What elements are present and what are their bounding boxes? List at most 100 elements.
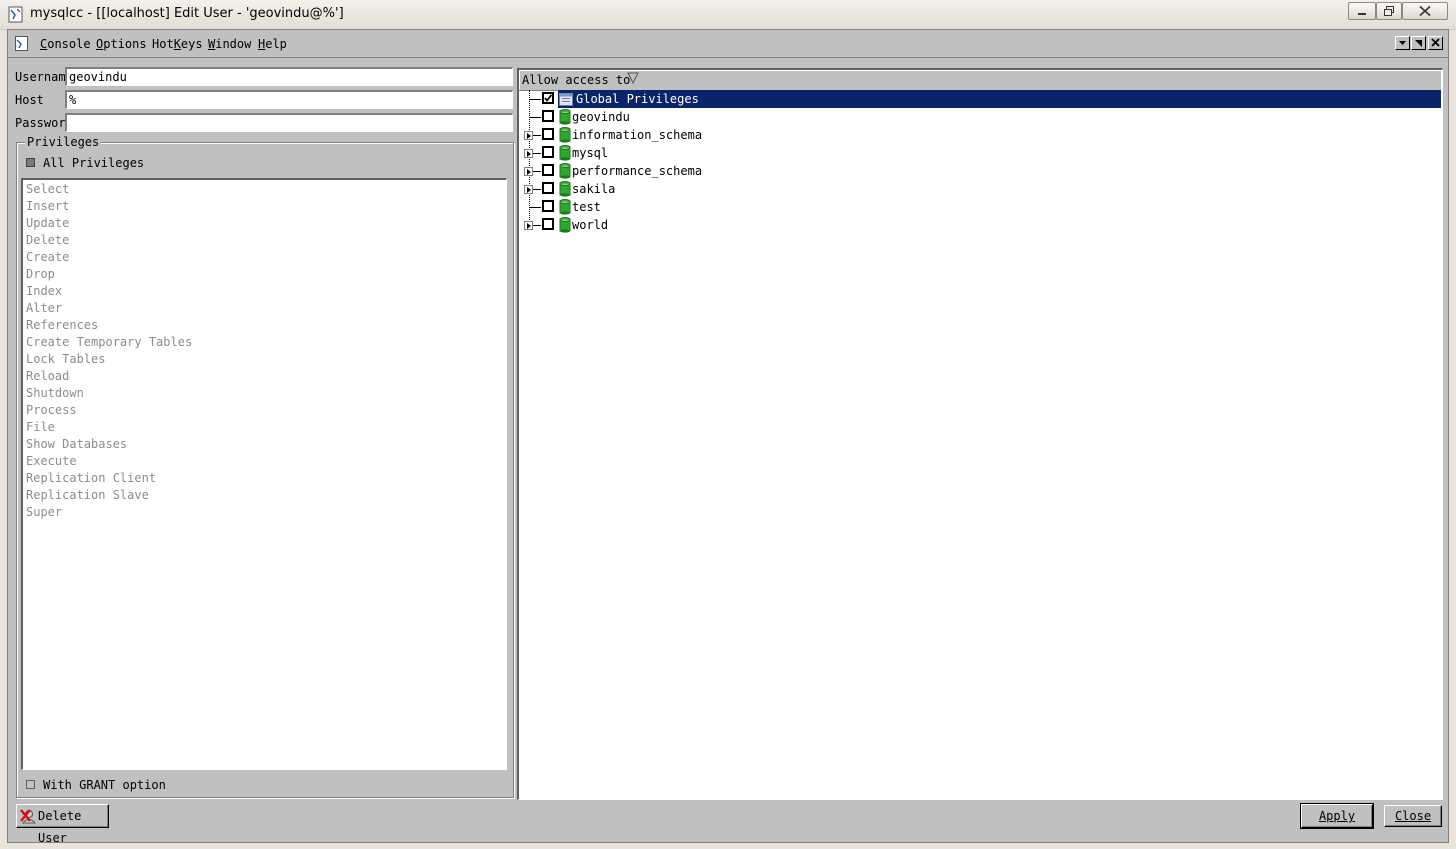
tree-node-mysql[interactable]: mysql: [519, 144, 1441, 162]
child-restore-button[interactable]: [1411, 36, 1426, 50]
test-checkbox[interactable]: [542, 200, 554, 212]
privilege-update[interactable]: Update: [26, 216, 69, 230]
sakila-checkbox[interactable]: [542, 182, 554, 194]
tree-node-label: test: [572, 200, 601, 214]
tree-node-sakila[interactable]: sakila: [519, 180, 1441, 198]
mysql-checkbox[interactable]: [542, 146, 554, 158]
menu-hotkeys-rest: eys: [180, 37, 203, 51]
tree-node-world[interactable]: world: [519, 216, 1441, 234]
menu-options-rest: ptions: [103, 37, 147, 51]
tree-node-geovindu[interactable]: geovindu: [519, 108, 1441, 126]
close-button[interactable]: Close: [1384, 805, 1442, 827]
all-privileges-label: All Privileges: [43, 156, 145, 170]
privileges-list[interactable]: Select Insert Update Delete Create Drop …: [21, 178, 507, 770]
menu-help[interactable]: Help: [258, 37, 287, 51]
tree-node-test[interactable]: test: [519, 198, 1441, 216]
close-label: Close: [1394, 809, 1432, 823]
menu-help-rest: elp: [265, 37, 287, 51]
menu-hotkeys-pre: Hot: [152, 37, 174, 51]
privilege-reload[interactable]: Reload: [26, 369, 69, 383]
expand-icon[interactable]: [524, 185, 533, 194]
child-restore-icon: [1415, 40, 1422, 47]
menu-console[interactable]: Console: [40, 37, 91, 51]
world-checkbox[interactable]: [542, 218, 554, 230]
username-input[interactable]: [65, 67, 513, 86]
mdi-frame: Console Options HotKeys Window Help User…: [7, 29, 1449, 845]
tree-node-label: mysql: [572, 146, 609, 160]
child-close-button[interactable]: [1428, 36, 1443, 50]
database-icon: [559, 127, 571, 143]
tree-node-information-schema[interactable]: information_schema: [519, 126, 1441, 144]
privilege-lock-tables[interactable]: Lock Tables: [26, 352, 105, 366]
menu-options[interactable]: Options: [96, 37, 147, 51]
privilege-index[interactable]: Index: [26, 284, 62, 298]
tree-node-label: Global Privileges: [576, 92, 699, 106]
delete-user-icon: [20, 809, 36, 824]
privilege-references[interactable]: References: [26, 318, 98, 332]
privilege-super[interactable]: Super: [26, 505, 62, 519]
privilege-shutdown[interactable]: Shutdown: [26, 386, 84, 400]
privilege-select[interactable]: Select: [26, 182, 69, 196]
close-window-button[interactable]: [1402, 2, 1448, 20]
privileges-group-label: Privileges: [25, 135, 102, 149]
expand-icon[interactable]: [524, 167, 533, 176]
privilege-execute[interactable]: Execute: [26, 454, 77, 468]
apply-label: Apply: [1318, 809, 1356, 823]
privilege-create-temp-tables[interactable]: Create Temporary Tables: [26, 335, 192, 349]
privilege-delete[interactable]: Delete: [26, 233, 69, 247]
geovindu-checkbox[interactable]: [542, 110, 554, 122]
mysqlcc-app-icon: [8, 6, 23, 23]
information-schema-checkbox[interactable]: [542, 128, 554, 140]
minimize-button[interactable]: [1348, 2, 1376, 20]
privilege-insert[interactable]: Insert: [26, 199, 69, 213]
host-input[interactable]: [65, 90, 513, 109]
document-window-icon[interactable]: [15, 36, 29, 51]
privilege-drop[interactable]: Drop: [26, 267, 55, 281]
menu-window[interactable]: Window: [208, 37, 251, 51]
tree-node-global-privileges[interactable]: Global Privileges: [519, 90, 1441, 108]
privilege-replication-client[interactable]: Replication Client: [26, 471, 156, 485]
tree-header-label: Allow access to: [522, 73, 631, 87]
tree-branch: [529, 99, 541, 100]
privilege-alter[interactable]: Alter: [26, 301, 62, 315]
tree-branch: [529, 117, 541, 118]
tree-node-label: world: [572, 218, 609, 232]
privilege-process[interactable]: Process: [26, 403, 77, 417]
expand-icon[interactable]: [524, 149, 533, 158]
restore-icon: [1384, 6, 1394, 16]
child-minimize-button[interactable]: [1395, 36, 1410, 50]
with-grant-checkbox[interactable]: [26, 780, 35, 789]
password-input[interactable]: [65, 113, 513, 132]
tree-node-label: performance_schema: [572, 164, 703, 178]
access-tree-panel[interactable]: Allow access to Global Privileges geovin…: [517, 68, 1443, 800]
checkmark-icon: [544, 94, 552, 102]
performance-schema-checkbox[interactable]: [542, 164, 554, 176]
delete-user-label: Delete User: [38, 809, 82, 845]
tree-node-label: information_schema: [572, 128, 703, 142]
privilege-show-databases[interactable]: Show Databases: [26, 437, 127, 451]
expand-icon[interactable]: [524, 131, 533, 140]
title-bar[interactable]: mysqlcc - [[localhost] Edit User - 'geov…: [0, 0, 1456, 30]
privilege-replication-slave[interactable]: Replication Slave: [26, 488, 149, 502]
tree-node-label: sakila: [572, 182, 616, 196]
tree-header[interactable]: Allow access to: [519, 70, 1441, 91]
privilege-create[interactable]: Create: [26, 250, 69, 264]
delete-user-button[interactable]: Delete User: [16, 804, 109, 845]
tree-node-performance-schema[interactable]: performance_schema: [519, 162, 1441, 180]
tree-node-label: geovindu: [572, 110, 630, 124]
database-icon: [559, 199, 571, 215]
database-icon: [559, 181, 571, 197]
database-icon: [559, 109, 571, 125]
child-close-icon: [1431, 38, 1440, 47]
apply-button[interactable]: Apply: [1300, 803, 1374, 829]
privilege-file[interactable]: File: [26, 420, 55, 434]
global-privileges-checkbox[interactable]: [542, 92, 554, 104]
expand-icon[interactable]: [524, 221, 533, 230]
all-privileges-checkbox[interactable]: [26, 158, 35, 167]
restore-button[interactable]: [1376, 2, 1402, 20]
menu-hotkeys[interactable]: HotKeys: [152, 37, 203, 51]
close-icon: [1419, 5, 1431, 17]
tree-branch: [529, 207, 541, 208]
menu-console-rest: onsole: [47, 37, 91, 51]
sort-descending-icon: [627, 72, 639, 84]
